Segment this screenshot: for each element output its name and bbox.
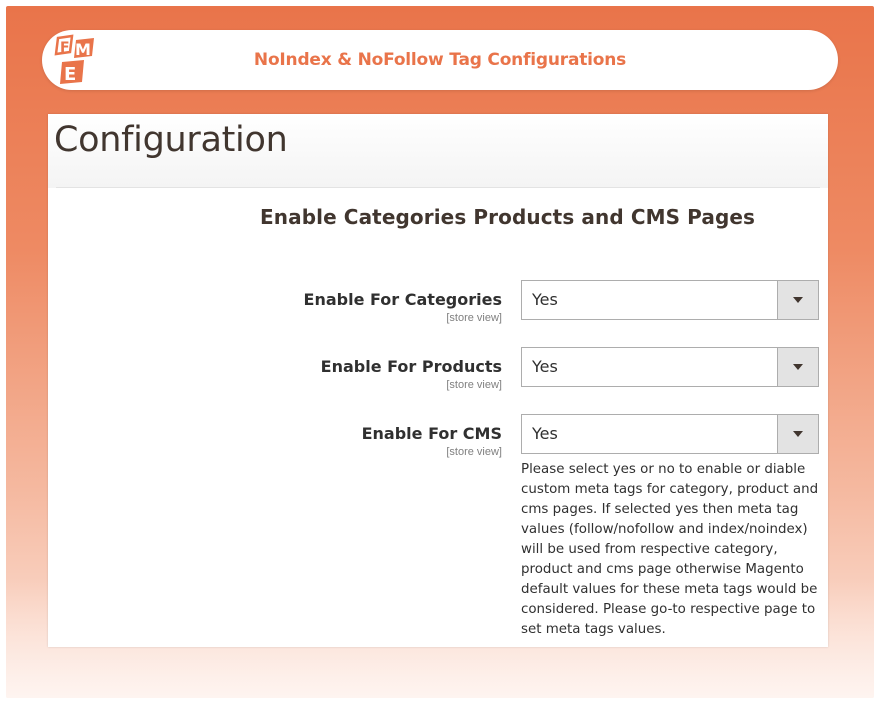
section-title: Enable Categories Products and CMS Pages [260, 205, 756, 229]
configuration-panel: Configuration Enable Categories Products… [48, 114, 828, 647]
title-divider [56, 187, 820, 188]
field-label-cms: Enable For CMS [361, 424, 502, 443]
field-label-categories: Enable For Categories [303, 290, 502, 309]
field-scope-cms: [store view] [446, 446, 502, 458]
page-title-area: Configuration [48, 114, 828, 188]
enable-products-select[interactable]: Yes [521, 347, 819, 387]
chevron-down-icon[interactable] [777, 348, 818, 386]
header-bar: F M E NoIndex & NoFollow Tag Configurati… [42, 30, 838, 90]
enable-cms-select[interactable]: Yes [521, 414, 819, 454]
enable-categories-select[interactable]: Yes [521, 280, 819, 320]
field-scope-products: [store view] [446, 379, 502, 391]
enable-cms-value: Yes [532, 424, 558, 443]
enable-categories-value: Yes [532, 290, 558, 309]
field-label-products: Enable For Products [320, 357, 502, 376]
background-frame: F M E NoIndex & NoFollow Tag Configurati… [6, 6, 874, 698]
field-scope-categories: [store view] [446, 312, 502, 324]
chevron-down-icon[interactable] [777, 281, 818, 319]
enable-products-value: Yes [532, 357, 558, 376]
field-note: Please select yes or no to enable or dia… [521, 462, 819, 637]
chevron-down-icon[interactable] [777, 415, 818, 453]
header-title: NoIndex & NoFollow Tag Configurations [253, 50, 627, 70]
page-title: Configuration [54, 120, 288, 160]
